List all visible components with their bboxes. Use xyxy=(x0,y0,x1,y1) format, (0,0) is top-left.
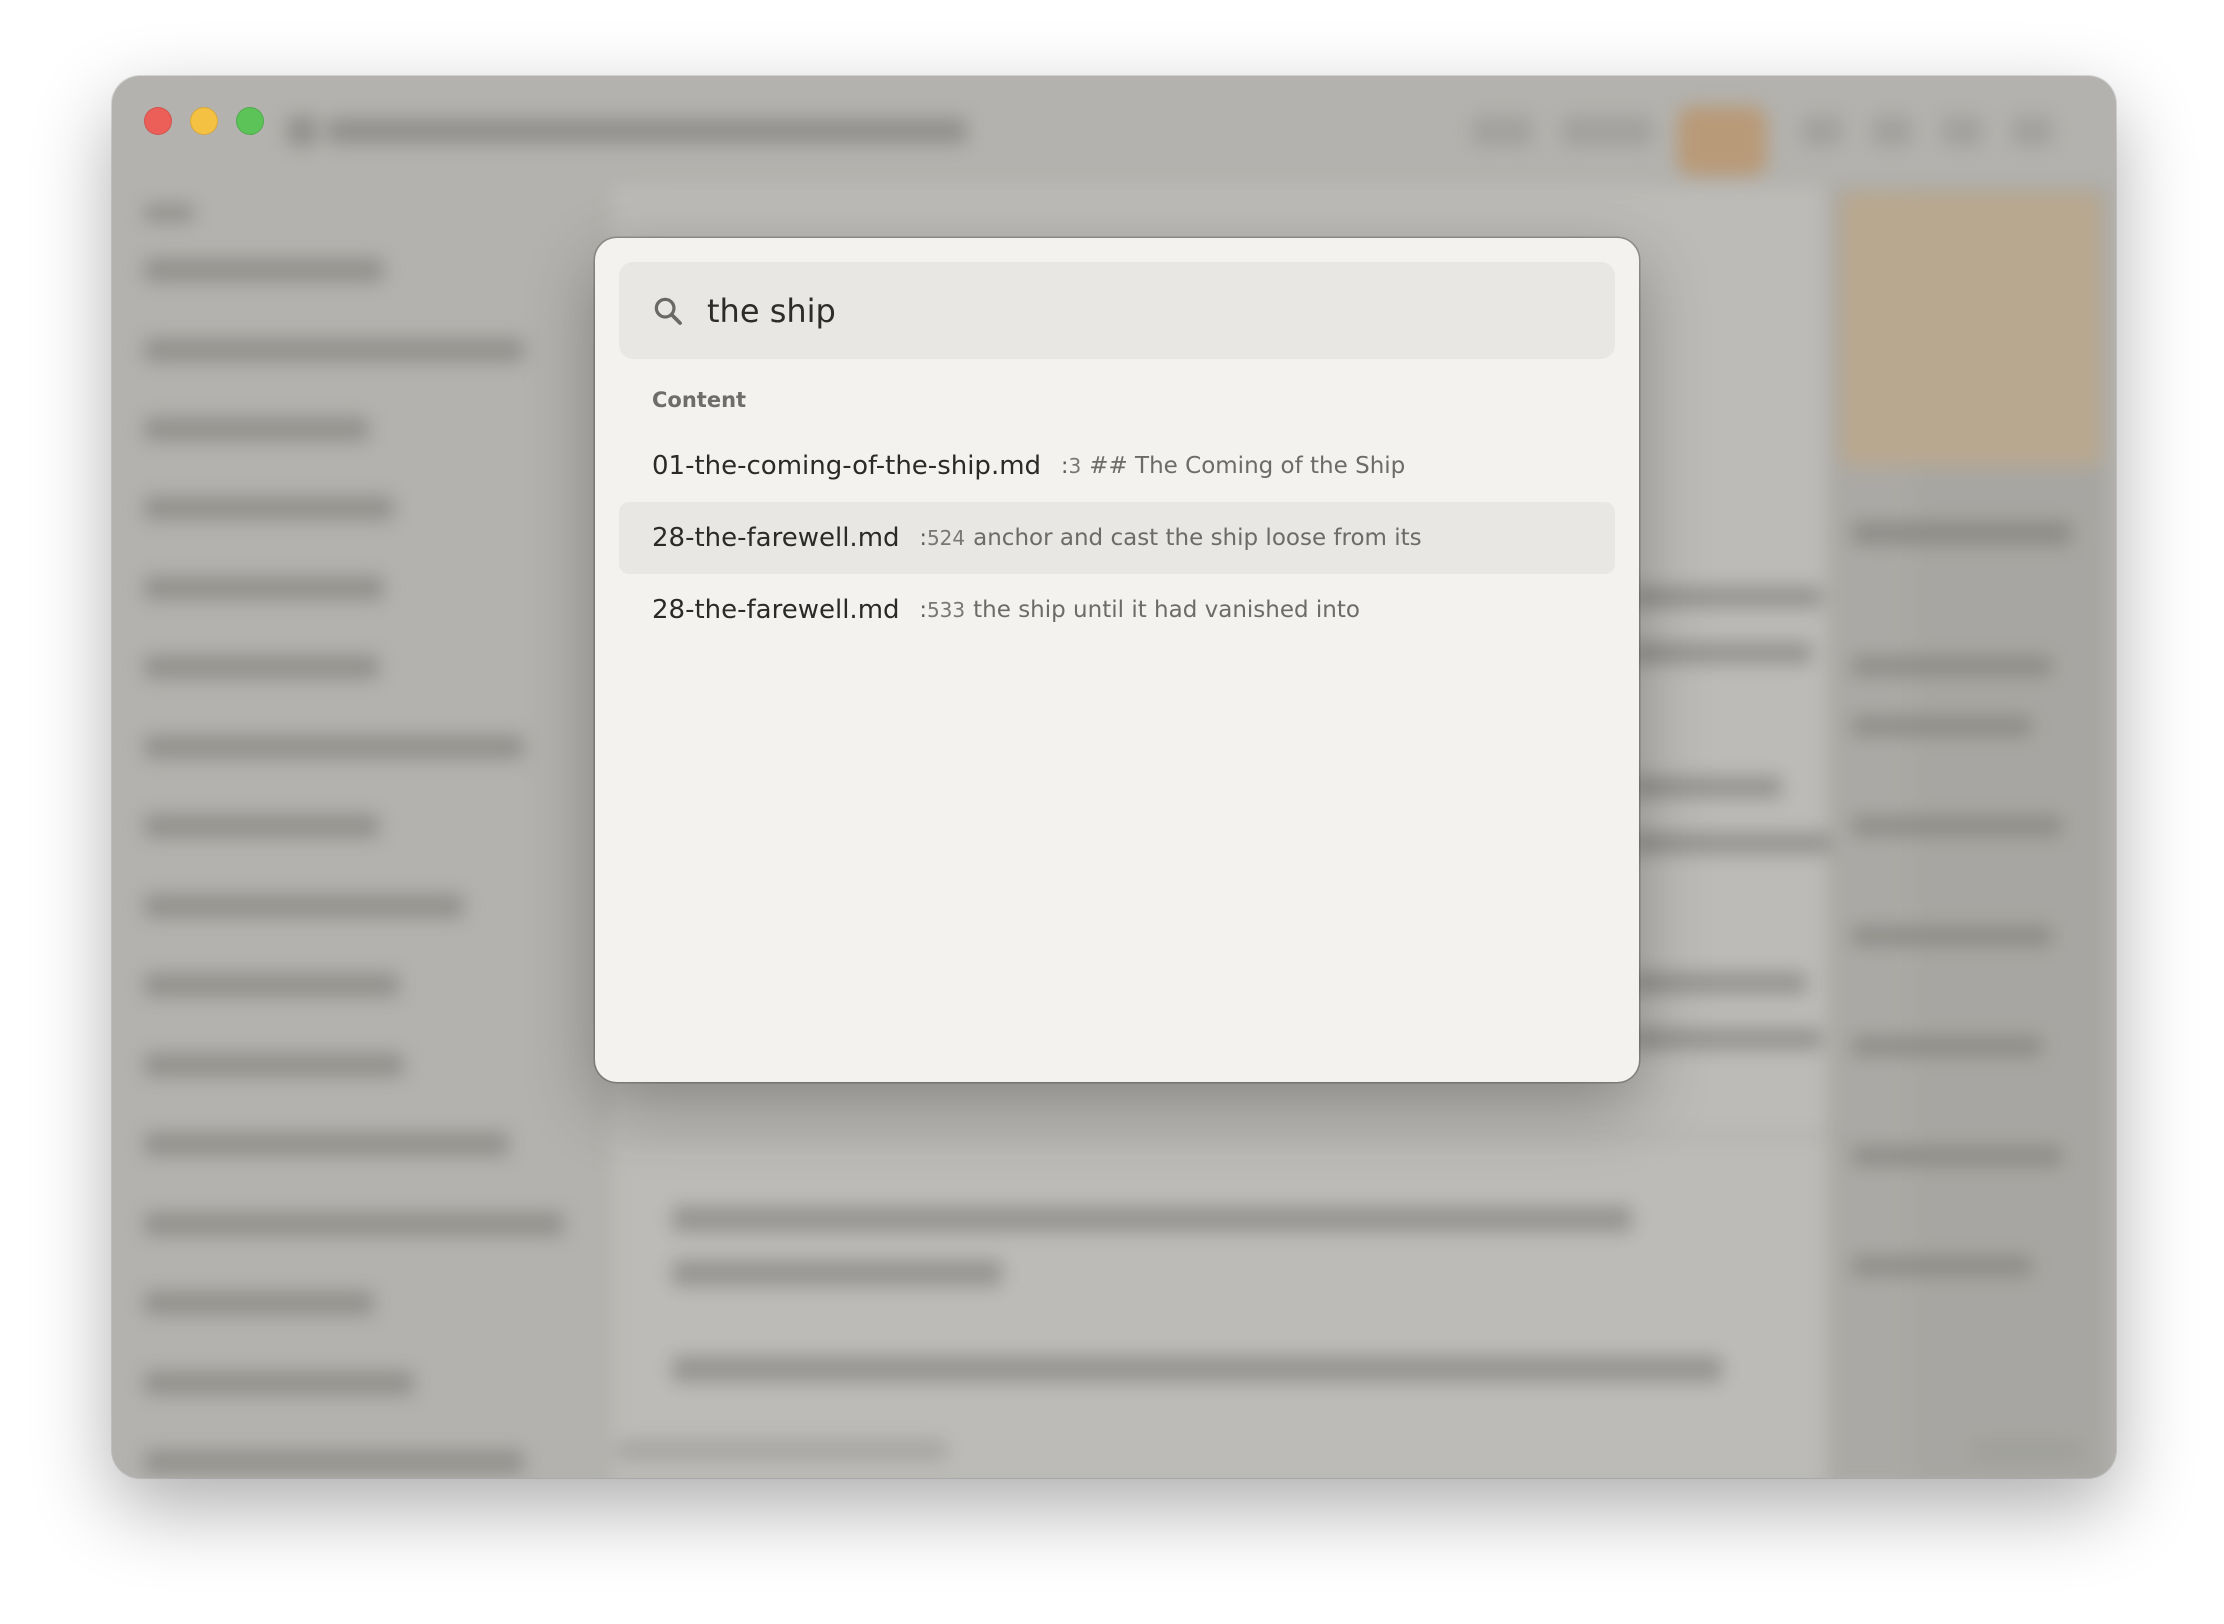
blurred-panel-line xyxy=(1852,1036,2042,1056)
blurred-panel-line xyxy=(1852,1256,2032,1276)
blurred-toolbar-icon xyxy=(1472,116,1532,146)
blurred-sidebar-item xyxy=(144,973,399,997)
blurred-sidebar-item xyxy=(144,655,379,679)
blurred-text-line xyxy=(1632,642,1812,664)
blurred-sidebar-item xyxy=(144,1212,564,1236)
blurred-text-line xyxy=(672,1260,1002,1286)
quick-search-modal: Content 01-the-coming-of-the-ship.md : 3… xyxy=(595,238,1639,1082)
result-separator: : xyxy=(919,597,927,623)
blurred-text-line xyxy=(1632,776,1782,798)
result-line-number: 533 xyxy=(926,598,966,622)
blurred-sidebar-item xyxy=(144,576,384,600)
result-item[interactable]: 01-the-coming-of-the-ship.md : 3 ## The … xyxy=(619,430,1615,502)
blurred-divider xyxy=(622,1134,1852,1137)
blurred-sidebar-item xyxy=(144,1450,524,1474)
blurred-panel-line xyxy=(1852,816,2062,836)
blurred-toolbar-icon xyxy=(1942,116,1982,146)
result-snippet: ## The Coming of the Ship xyxy=(1089,453,1406,479)
search-icon xyxy=(654,297,682,325)
result-filename: 28-the-farewell.md xyxy=(652,595,900,625)
result-filename: 28-the-farewell.md xyxy=(652,523,900,553)
blurred-toolbar-icon xyxy=(1802,116,1842,146)
blurred-text-line xyxy=(672,1356,1722,1382)
result-item[interactable]: 28-the-farewell.md : 533 the ship until … xyxy=(619,574,1615,646)
blurred-toolbar-icon xyxy=(1872,116,1912,146)
blurred-sidebar-item xyxy=(144,1053,404,1077)
blurred-sidebar-item xyxy=(144,1132,509,1156)
search-input[interactable] xyxy=(705,282,1585,340)
blurred-text-line xyxy=(1632,972,1807,994)
blurred-sidebar-item xyxy=(144,496,394,520)
blurred-toolbar-icon xyxy=(1562,116,1652,146)
window-minimize-button[interactable] xyxy=(190,107,218,135)
result-snippet: anchor and cast the ship loose from its xyxy=(973,525,1422,551)
blurred-toolbar-icon xyxy=(2012,116,2052,146)
blurred-panel-line xyxy=(1852,926,2052,946)
blurred-panel-line xyxy=(1852,1146,2062,1166)
result-snippet: the ship until it had vanished into xyxy=(973,597,1360,623)
result-separator: : xyxy=(919,525,927,551)
blurred-sidebar-item xyxy=(144,894,464,918)
blurred-text-line xyxy=(672,1206,1632,1232)
blurred-sidebar-heading xyxy=(144,204,194,222)
search-box[interactable] xyxy=(619,262,1615,359)
blurred-toolbar-accent xyxy=(1677,106,1767,176)
blurred-sidebar-item xyxy=(144,1371,414,1395)
results-section-label: Content xyxy=(652,388,747,412)
result-filename: 01-the-coming-of-the-ship.md xyxy=(652,451,1042,481)
blurred-text-line xyxy=(1632,832,1832,854)
result-line-number: 524 xyxy=(926,526,966,550)
blurred-panel-line xyxy=(1852,716,2032,736)
blurred-status-text xyxy=(617,1440,947,1460)
blurred-toolbar-icon xyxy=(287,116,317,146)
blurred-sidebar-item xyxy=(144,258,384,282)
blurred-sidebar-item xyxy=(144,1291,374,1315)
blurred-panel-line xyxy=(1852,521,2072,545)
blurred-text-line xyxy=(1632,1028,1822,1050)
blurred-thumbnail xyxy=(1840,191,2102,466)
results-list: 01-the-coming-of-the-ship.md : 3 ## The … xyxy=(619,430,1615,646)
blurred-sidebar-item xyxy=(144,417,369,441)
blurred-panel-line xyxy=(1852,656,2052,676)
result-separator: : xyxy=(1061,453,1069,479)
result-line-number: 3 xyxy=(1068,454,1082,478)
blurred-text-line xyxy=(1632,586,1822,608)
window-close-button[interactable] xyxy=(144,107,172,135)
blurred-sidebar-item xyxy=(144,735,524,759)
result-item-selected[interactable]: 28-the-farewell.md : 524 anchor and cast… xyxy=(619,502,1615,574)
blurred-sidebar-item xyxy=(144,814,379,838)
blurred-sidebar-item xyxy=(144,338,524,362)
window-zoom-button[interactable] xyxy=(236,107,264,135)
blurred-window-title xyxy=(327,118,967,144)
